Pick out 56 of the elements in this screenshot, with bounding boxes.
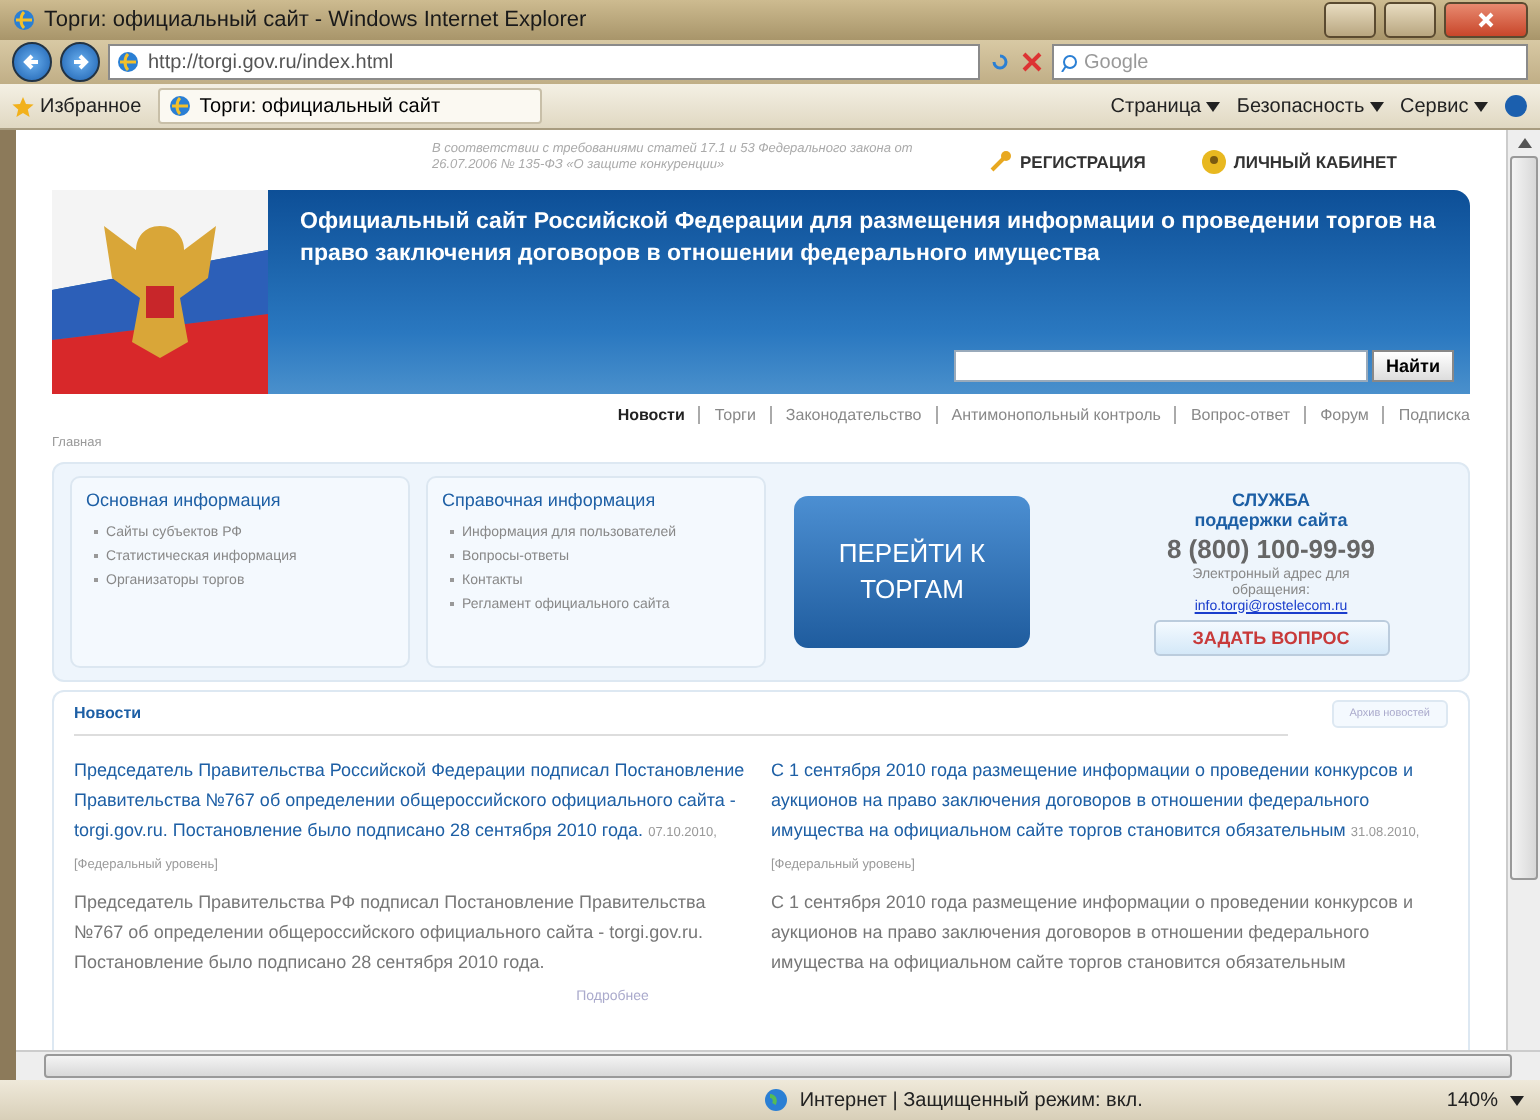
star-icon [12, 95, 34, 117]
card-title: Справочная информация [442, 490, 658, 510]
caret-icon [1369, 101, 1384, 111]
news-summary: Председатель Правительства РФ подписал Постановление Правительства №767 об определении общероссийского официального сайта - torgi.gov.ru. Постановление было подписано 28 сентября 2010 года. [74, 890, 708, 976]
globe-icon [763, 1088, 788, 1112]
close-button[interactable] [1444, 2, 1528, 38]
search-icon [1060, 53, 1078, 71]
go-to-auctions-button[interactable]: ПЕРЕЙТИ К ТОРГАМ [794, 496, 1030, 648]
maximize-button[interactable] [1384, 2, 1436, 38]
news-summary: С 1 сентября 2010 года размещение информации о проведении конкурсов и аукционов на право заключения договоров в отношении федерального имущества на официальном сайте торгов становится обязательным [771, 890, 1415, 976]
user-icon [1201, 150, 1226, 174]
menu-item[interactable]: Безопасность [1236, 95, 1384, 117]
close-icon [1476, 10, 1496, 30]
ask-question-button[interactable]: ЗАДАТЬ ВОПРОС [1153, 619, 1389, 655]
support-title: СЛУЖБА [1232, 489, 1310, 509]
key-icon [988, 150, 1012, 174]
zoom-level[interactable]: 140% [1446, 1089, 1498, 1111]
security-zone: Интернет | Защищенный режим: вкл. [799, 1089, 1143, 1111]
card-title: Основная информация [86, 490, 283, 510]
search-button[interactable]: Найти [1372, 350, 1454, 382]
search-field[interactable] [954, 350, 1369, 382]
site-title: Официальный сайт Российской Федерации для размещения информации о проведении торгов на право заключения договоров в отношении федерального имущества [300, 208, 1438, 270]
scroll-up-icon[interactable] [1517, 138, 1531, 148]
minimize-button[interactable] [1324, 2, 1376, 38]
nav-link[interactable]: Антимонопольный контроль [951, 406, 1161, 424]
search-field[interactable]: Google [1052, 44, 1528, 80]
favorites-button[interactable]: Избранное [12, 95, 142, 117]
arrow-right-icon [70, 52, 90, 72]
phone-number: 8 (800) 100-99-99 [1166, 533, 1376, 563]
horizontal-scrollbar[interactable] [16, 1050, 1540, 1080]
caret-icon [1206, 101, 1221, 111]
window-title: Торги: официальный сайт - Windows Internet Explorer [44, 8, 587, 32]
menu-item[interactable]: Страница [1110, 95, 1221, 117]
news-title: Новости [74, 704, 142, 722]
menu-item[interactable]: Сервис [1399, 95, 1488, 117]
caret-icon[interactable] [1510, 1095, 1524, 1105]
top-link[interactable]: РЕГИСТРАЦИЯ [988, 150, 1146, 174]
back-button[interactable] [12, 42, 52, 82]
nav-link[interactable]: Подписка [1398, 406, 1470, 424]
nav-link[interactable]: Торги [714, 406, 756, 424]
nav-link[interactable]: Вопрос-ответ [1190, 406, 1291, 424]
browser-icon [12, 8, 36, 32]
forward-button[interactable] [60, 42, 100, 82]
nav-link[interactable]: Новости [617, 406, 685, 424]
caret-icon [1474, 101, 1488, 111]
support-subtitle: поддержки сайта [1194, 509, 1348, 529]
browser-tab[interactable]: Торги: официальный сайт [157, 88, 543, 124]
page-icon [116, 50, 140, 74]
top-link[interactable]: ЛИЧНЫЙ КАБИНЕТ [1201, 150, 1397, 174]
nav-link[interactable]: Форум [1320, 406, 1369, 424]
nav-link[interactable]: Законодательство [785, 406, 922, 424]
vertical-scrollbar[interactable] [1506, 130, 1540, 1050]
address-field[interactable]: http://torgi.gov.ru/index.html [108, 44, 980, 80]
arrow-left-icon [22, 52, 42, 72]
page-icon [167, 94, 192, 118]
stop-icon[interactable] [1020, 50, 1044, 74]
